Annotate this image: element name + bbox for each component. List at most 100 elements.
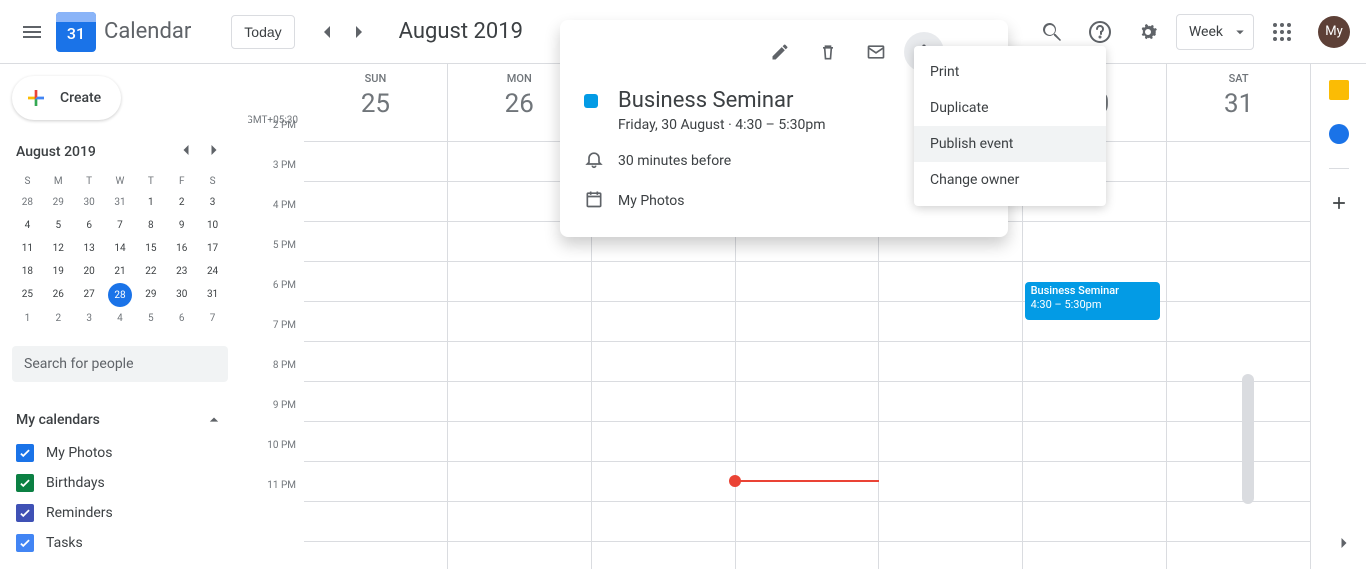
menu-item[interactable]: Publish event	[914, 126, 1106, 162]
calendar-item[interactable]: My Photos	[12, 438, 228, 468]
time-label: 6 PM	[248, 280, 304, 320]
day-of-week: SAT	[1167, 72, 1310, 85]
mini-day[interactable]: 20	[74, 260, 105, 283]
mini-day[interactable]: 28	[108, 283, 132, 307]
mini-day[interactable]: 6	[166, 307, 197, 330]
mini-day[interactable]: 18	[12, 260, 43, 283]
menu-item[interactable]: Duplicate	[914, 90, 1106, 126]
mini-day[interactable]: 13	[74, 237, 105, 260]
mini-day[interactable]: 24	[197, 260, 228, 283]
mini-day[interactable]: 4	[12, 214, 43, 237]
main-menu-button[interactable]	[8, 8, 56, 56]
create-button[interactable]: Create	[12, 76, 121, 120]
mini-day[interactable]: 7	[197, 307, 228, 330]
mini-day[interactable]: 19	[43, 260, 74, 283]
checkbox-icon	[16, 474, 34, 492]
mini-day[interactable]: 2	[166, 191, 197, 214]
checkbox-icon	[16, 534, 34, 552]
mini-day[interactable]: 8	[135, 214, 166, 237]
side-panel	[1310, 64, 1366, 569]
my-calendars-toggle[interactable]: My calendars	[12, 402, 228, 438]
menu-item[interactable]: Print	[914, 54, 1106, 90]
mini-day[interactable]: 2	[43, 307, 74, 330]
now-indicator	[735, 480, 879, 482]
mini-dow: T	[74, 172, 105, 191]
settings-icon[interactable]	[1128, 12, 1168, 52]
mini-prev-button[interactable]	[176, 140, 196, 164]
day-column[interactable]	[1022, 142, 1166, 569]
mini-day[interactable]: 22	[135, 260, 166, 283]
time-label: 2 PM	[248, 120, 304, 160]
apps-icon[interactable]	[1262, 12, 1302, 52]
event-block[interactable]: Business Seminar 4:30 – 5:30pm	[1025, 282, 1161, 320]
email-guests-button[interactable]	[856, 32, 896, 72]
mini-day[interactable]: 21	[105, 260, 136, 283]
account-avatar[interactable]: My	[1318, 16, 1350, 48]
time-label: 9 PM	[248, 400, 304, 440]
mini-day[interactable]: 30	[166, 283, 197, 307]
edit-event-button[interactable]	[760, 32, 800, 72]
my-calendars-label: My calendars	[16, 412, 100, 428]
day-header[interactable]: SUN25	[304, 64, 447, 141]
mini-day[interactable]: 26	[43, 283, 74, 307]
mini-day[interactable]: 27	[74, 283, 105, 307]
day-column[interactable]	[304, 142, 447, 569]
calendar-item[interactable]: Birthdays	[12, 468, 228, 498]
mini-day[interactable]: 7	[105, 214, 136, 237]
mini-day[interactable]: 4	[105, 307, 136, 330]
mini-day[interactable]: 5	[135, 307, 166, 330]
mini-day[interactable]: 10	[197, 214, 228, 237]
mini-day[interactable]: 29	[135, 283, 166, 307]
mini-day[interactable]: 5	[43, 214, 74, 237]
mini-day[interactable]: 15	[135, 237, 166, 260]
mini-day[interactable]: 28	[12, 191, 43, 214]
time-label: 11 PM	[248, 480, 304, 520]
day-number: 31	[1167, 89, 1310, 119]
today-button[interactable]: Today	[231, 15, 294, 49]
calendar-item[interactable]: Reminders	[12, 498, 228, 528]
view-selector[interactable]: Week	[1176, 14, 1254, 50]
mini-day[interactable]: 3	[74, 307, 105, 330]
mini-day[interactable]: 25	[12, 283, 43, 307]
mini-dow: T	[135, 172, 166, 191]
tasks-icon[interactable]	[1329, 124, 1349, 144]
mini-day[interactable]: 11	[12, 237, 43, 260]
popup-event-time: Friday, 30 August · 4:30 – 5:30pm	[618, 117, 825, 133]
day-header[interactable]: SAT 31	[1166, 64, 1310, 141]
event-color-chip	[584, 94, 598, 108]
mini-day[interactable]: 1	[12, 307, 43, 330]
mini-day[interactable]: 3	[197, 191, 228, 214]
time-label: 5 PM	[248, 240, 304, 280]
event-time: 4:30 – 5:30pm	[1031, 298, 1155, 312]
mini-day[interactable]: 14	[105, 237, 136, 260]
mini-day[interactable]: 17	[197, 237, 228, 260]
timezone-label: GMT+05:30	[248, 64, 304, 126]
mini-day[interactable]: 6	[74, 214, 105, 237]
calendar-item[interactable]: Tasks	[12, 528, 228, 558]
mini-next-button[interactable]	[204, 140, 224, 164]
prev-period-button[interactable]	[311, 16, 343, 48]
mini-day[interactable]: 23	[166, 260, 197, 283]
mini-day[interactable]: 9	[166, 214, 197, 237]
mini-day[interactable]: 31	[197, 283, 228, 307]
calendar-name: Tasks	[46, 535, 83, 551]
keep-icon[interactable]	[1329, 80, 1349, 100]
calendar-logo-icon: 31	[56, 12, 96, 52]
delete-event-button[interactable]	[808, 32, 848, 72]
mini-dow: S	[197, 172, 228, 191]
options-menu: PrintDuplicatePublish eventChange owner	[914, 46, 1106, 206]
mini-day[interactable]: 1	[135, 191, 166, 214]
mini-day[interactable]: 12	[43, 237, 74, 260]
next-period-button[interactable]	[343, 16, 375, 48]
scrollbar[interactable]	[1242, 374, 1254, 504]
mini-day[interactable]: 31	[105, 191, 136, 214]
day-column[interactable]	[1166, 142, 1310, 569]
menu-item[interactable]: Change owner	[914, 162, 1106, 198]
mini-day[interactable]: 29	[43, 191, 74, 214]
search-people-input[interactable]: Search for people	[12, 346, 228, 382]
add-addon-button[interactable]	[1329, 193, 1349, 217]
mini-day[interactable]: 30	[74, 191, 105, 214]
hide-panel-button[interactable]	[1334, 533, 1354, 557]
mini-dow: S	[12, 172, 43, 191]
mini-day[interactable]: 16	[166, 237, 197, 260]
